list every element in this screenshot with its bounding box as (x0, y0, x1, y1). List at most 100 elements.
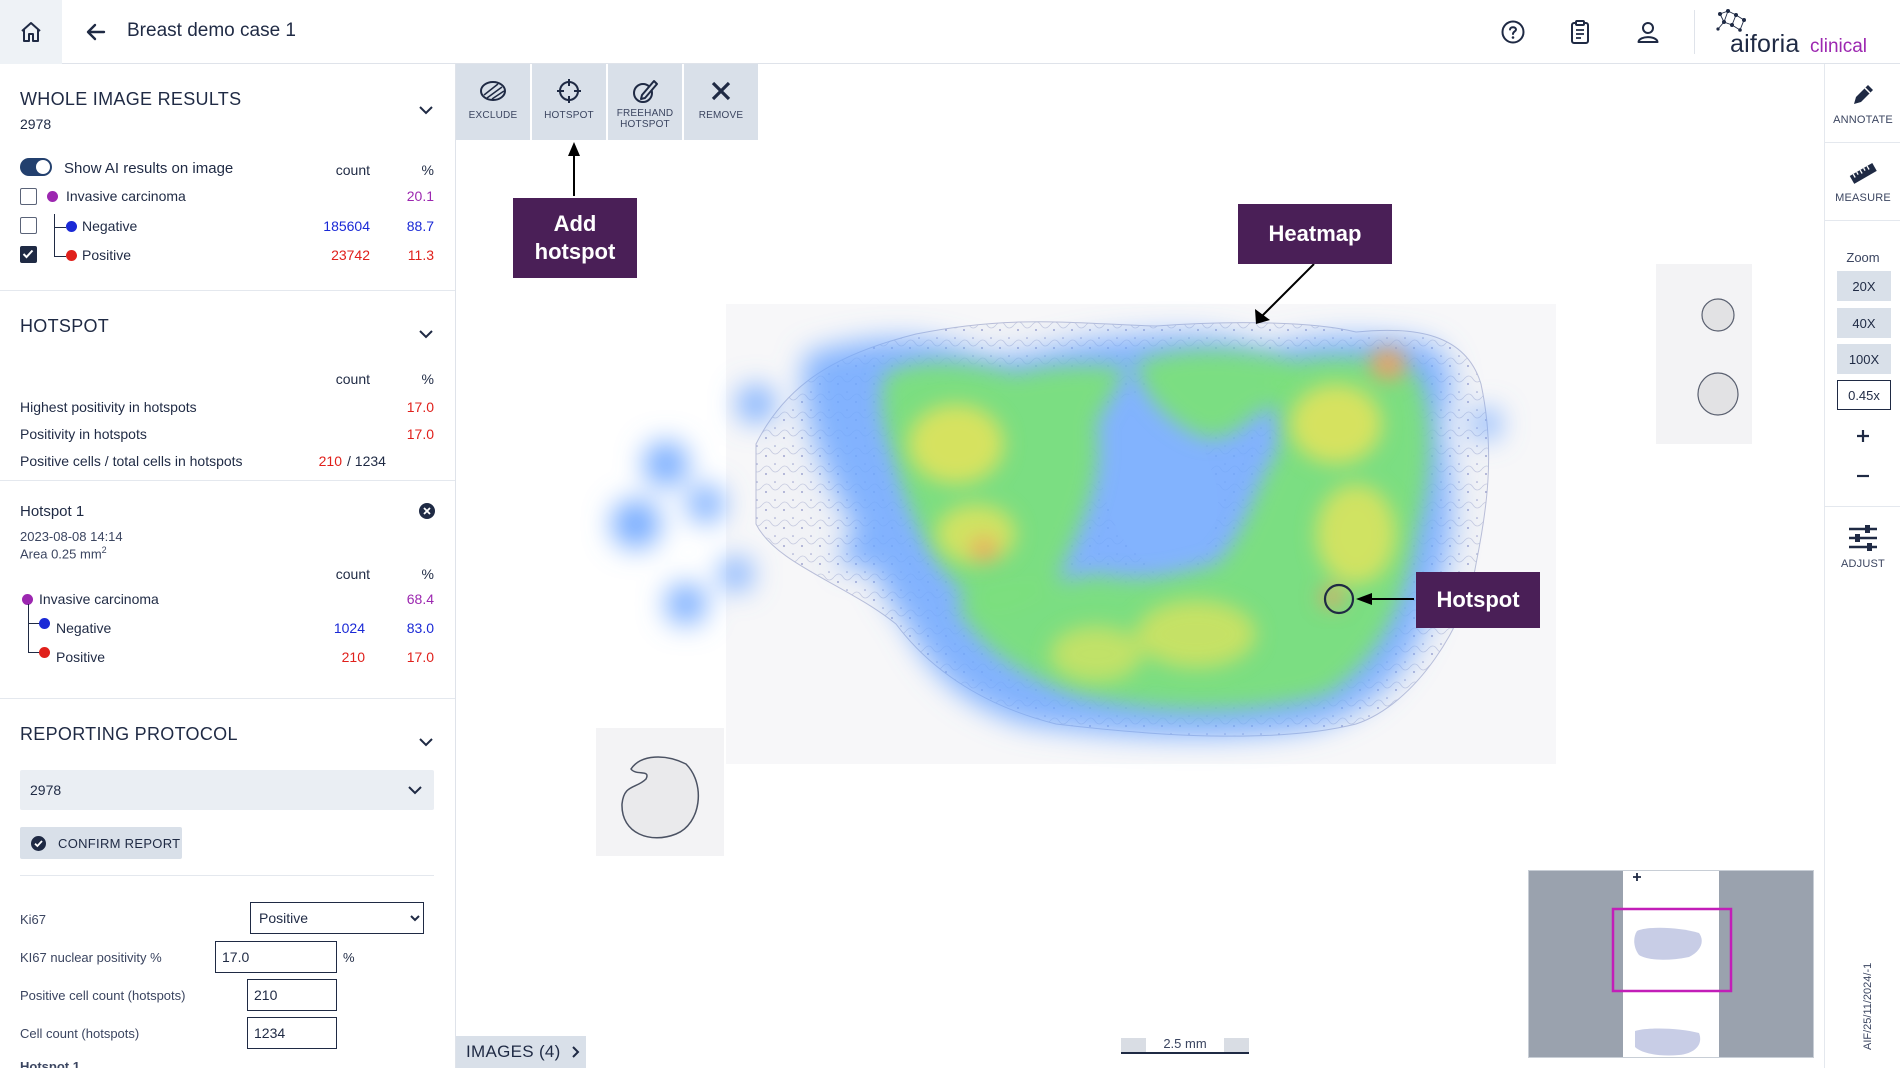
whole-image-collapse-button[interactable] (416, 100, 436, 120)
negative-label: Negative (82, 218, 138, 234)
pencil-icon (1854, 85, 1873, 104)
adjust-label: ADJUST (1841, 558, 1885, 570)
minimap-view (1611, 871, 1733, 1057)
close-icon (423, 507, 431, 515)
scale-bar-label: 2.5 mm (1163, 1036, 1207, 1051)
tissue-fragment (1697, 372, 1739, 416)
zoom-out-button[interactable] (1851, 464, 1875, 488)
zoom-40x-button[interactable]: 40X (1837, 308, 1891, 338)
hotspot-tool-button[interactable]: HOTSPOT (532, 64, 606, 140)
measure-button[interactable]: MEASURE (1825, 154, 1900, 216)
help-button[interactable] (1497, 16, 1529, 48)
positive-count: 23742 (331, 247, 370, 263)
ki67-label: Ki67 (20, 912, 47, 927)
tissue-fragment (621, 756, 700, 839)
remove-tool-button[interactable]: REMOVE (684, 64, 758, 140)
slide-viewer[interactable]: EXCLUDE HOTSPOT FREEHAND HOTSPOT REMOVE … (456, 64, 1824, 1068)
hotspot-positive-count: 210 (341, 649, 365, 665)
percent-column-header: % (421, 162, 434, 178)
exclude-tool-button[interactable]: EXCLUDE (456, 64, 530, 140)
ki67-positivity-label: KI67 nuclear positivity % (20, 950, 162, 965)
remove-tool-label: REMOVE (698, 110, 744, 121)
hotspot-positive-cells: 210 (318, 453, 342, 469)
positive-checkbox[interactable] (20, 246, 37, 263)
hotspot-collapse-button[interactable] (416, 324, 436, 344)
hotspot-section-title: HOTSPOT (20, 316, 110, 336)
positive-cell-count-input[interactable] (247, 979, 337, 1011)
show-ai-results-toggle[interactable] (20, 158, 52, 176)
chevron-down-icon (408, 786, 422, 795)
divider (0, 480, 455, 481)
show-ai-results-label: Show AI results on image (64, 160, 234, 177)
exclude-tool-label: EXCLUDE (468, 110, 518, 121)
cell-count-label: Cell count (hotspots) (20, 1026, 140, 1041)
scale-bar: 2.5 mm (1120, 1034, 1250, 1054)
negative-color-dot (66, 221, 77, 232)
arrow-left-icon (86, 23, 106, 41)
confirm-report-button[interactable]: CONFIRM REPORT (20, 827, 182, 859)
zoom-label: Zoom (1846, 250, 1880, 265)
highest-positivity-value: 17.0 (406, 399, 434, 415)
ki67-select[interactable]: Positive Negative (250, 902, 424, 934)
minimap[interactable] (1528, 870, 1814, 1058)
freehand-hotspot-tool-label: FREEHAND HOTSPOT (616, 108, 674, 130)
positivity-in-hotspots-label: Positivity in hotspots (20, 426, 147, 442)
zoom-100x-button[interactable]: 100X (1837, 344, 1891, 374)
count-column-header: count (335, 566, 370, 582)
hotspot-positive-percent: 17.0 (406, 649, 434, 665)
protocol-selected-value: 2978 (30, 782, 62, 798)
check-circle-icon (31, 836, 46, 851)
aiforia-logo: aiforia clinical (1714, 8, 1894, 58)
negative-checkbox[interactable] (20, 217, 37, 234)
divider (20, 875, 434, 876)
back-button[interactable] (80, 16, 112, 48)
ki67-positivity-input[interactable] (215, 941, 337, 973)
tool-rail: ANNOTATE MEASURE Zoom 20X 40X 100X 0.45x… (1824, 64, 1900, 1068)
positivity-in-hotspots-value: 17.0 (406, 426, 434, 442)
reporting-collapse-button[interactable] (416, 732, 436, 752)
freehand-hotspot-tool-button[interactable]: FREEHAND HOTSPOT (608, 64, 682, 140)
positive-cell-count-label: Positive cell count (hotspots) (20, 988, 186, 1003)
measure-label: MEASURE (1835, 192, 1891, 204)
tree-connector (28, 604, 40, 624)
user-button[interactable] (1632, 16, 1664, 48)
hotspot-1-name: Hotspot 1 (20, 503, 85, 520)
negative-percent: 88.7 (406, 218, 434, 234)
reporting-protocol-title: REPORTING PROTOCOL (20, 724, 238, 744)
add-hotspot-callout: Add hotspot (513, 198, 637, 278)
hotspot-1-area: Area 0.25 mm2 (20, 545, 107, 561)
version-label: AIF/25/11/2024/-1 (1862, 962, 1874, 1050)
divider (1825, 142, 1900, 143)
next-section-label: Hotspot 1 (20, 1059, 80, 1068)
cell-count-input[interactable] (247, 1017, 337, 1049)
case-title: Breast demo case 1 (127, 20, 296, 41)
images-tab[interactable]: IMAGES (4) (456, 1036, 586, 1068)
protocol-select[interactable]: 2978 (20, 770, 434, 810)
annotate-button[interactable]: ANNOTATE (1825, 78, 1900, 140)
home-icon (21, 22, 41, 42)
invasive-carcinoma-checkbox[interactable] (20, 188, 37, 205)
zoom-20x-button[interactable]: 20X (1837, 271, 1891, 301)
negative-color-dot (39, 618, 50, 629)
count-column-header: count (335, 162, 370, 178)
home-button[interactable] (0, 0, 62, 64)
adjust-button[interactable]: ADJUST (1825, 520, 1900, 584)
chevron-down-icon (419, 329, 433, 338)
checkmark-icon (22, 249, 34, 259)
highest-positivity-label: Highest positivity in hotspots (20, 399, 197, 415)
hotspot-negative-label: Negative (56, 620, 112, 636)
hotspot-invasive-percent: 68.4 (406, 591, 434, 607)
positive-label: Positive (82, 247, 132, 263)
negative-count: 185604 (323, 218, 370, 234)
annotate-label: ANNOTATE (1833, 114, 1893, 126)
top-bar: Breast demo case 1 aiforia clinical (0, 0, 1900, 64)
remove-hotspot-button[interactable] (419, 503, 435, 519)
report-button[interactable] (1564, 16, 1596, 48)
percent-column-header: % (421, 371, 434, 387)
zoom-in-button[interactable] (1851, 424, 1875, 448)
percent-unit: % (343, 950, 355, 965)
ruler-icon (1849, 163, 1877, 184)
whole-image-id: 2978 (20, 116, 52, 132)
hotspot-total-cells: / 1234 (347, 453, 386, 469)
zoom-current-value[interactable]: 0.45x (1837, 380, 1891, 410)
